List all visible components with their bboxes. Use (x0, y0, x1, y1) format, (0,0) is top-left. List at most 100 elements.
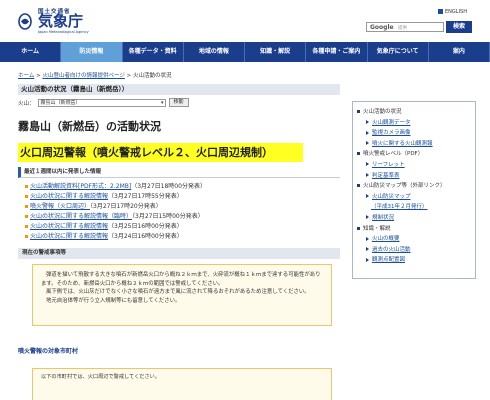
jma-logo[interactable]: 国土交通省 気象庁 Japan Meteorological Agency (18, 7, 108, 35)
nav-applications[interactable]: 各種申請・ご案内 (306, 42, 368, 62)
triangle-bullet-icon (366, 120, 369, 125)
sidebar-heading-knowledge: 知識・解説 (357, 224, 472, 235)
english-link[interactable]: ENGLISH (438, 9, 467, 15)
global-nav: ホーム 防災情報 各種データ・資料 地域の情報 知識・解説 各種申請・ご案内 気… (0, 42, 490, 62)
english-label: ENGLISH (445, 9, 467, 15)
nav-about[interactable]: 気象庁について (368, 42, 429, 62)
sidebar-label: 火山防災マップ等（外部リンク） (363, 183, 446, 190)
sidebar-link[interactable]: リーフレット (372, 162, 405, 168)
volcano-select[interactable]: 霧島山（新燃岳） ▾ (37, 98, 166, 107)
municipalities-heading: 噴火警報の対象市町村 (18, 348, 79, 355)
nav-regional[interactable]: 地域の情報 (184, 42, 245, 62)
sidebar-link[interactable]: 火山防災マップ (372, 194, 411, 200)
info-link[interactable]: 火山の状況に関する解説情報（臨時） (30, 213, 132, 220)
info-link[interactable]: 火山の状況に関する解説情報 (30, 223, 108, 230)
triangle-bullet-icon (366, 257, 369, 262)
sidebar-link[interactable]: 観測点配置図 (372, 257, 405, 263)
info-date: （3月24日16時00分発表） (108, 233, 183, 240)
sidebar-link[interactable]: （平成31年２月発行） (371, 204, 428, 210)
sidebar-link[interactable]: 噴火に関する火山観測報 (372, 141, 433, 147)
search-button[interactable]: 検索 (446, 21, 472, 33)
nav-guide[interactable]: 案内 (429, 42, 490, 62)
nav-data[interactable]: 各種データ・資料 (123, 42, 184, 62)
triangle-bullet-icon (366, 236, 369, 241)
sidebar-item-restrictions[interactable]: 規制状況 (357, 213, 472, 224)
sidebar-item-criteria[interactable]: 判定基準表 (357, 171, 472, 182)
warning-text: 風下側では、火山灰だけでなく小さな噴石が遠方まで風に流されて降るおそれがあるため… (46, 289, 310, 295)
globe-icon (438, 9, 443, 14)
list-item: 火山の状況に関する解説情報（3月24日16時00分発表） (25, 232, 340, 242)
triangle-bullet-icon (366, 215, 369, 220)
square-bullet-icon (357, 226, 360, 230)
sidebar-item-eruption-report[interactable]: 噴火に関する火山観測報 (357, 139, 472, 150)
alert-banner: 火口周辺警報（噴火警戒レベル２、火口周辺規制） (18, 143, 303, 162)
google-brand: Google (370, 24, 394, 31)
breadcrumb-home[interactable]: ホーム (18, 73, 34, 79)
info-date: （3月27日17時20分発表） (90, 203, 162, 210)
triangle-bullet-icon (366, 162, 369, 167)
breadcrumb-current: 火山活動の状況 (132, 73, 172, 79)
section-title: 火山活動の状況（霧島山（新燃岳）） (18, 84, 340, 95)
sidebar-label: 知識・解説 (363, 225, 391, 232)
list-item: 火山の状況に関する解説情報（3月25日16時00分発表） (25, 222, 340, 232)
municipalities-text: 以下の市町村では、火口周辺で警戒してください。 (41, 374, 161, 380)
chevron-down-icon: ▾ (161, 99, 164, 106)
recent-info-heading: 最近１週間以内に発表した情報 (18, 167, 340, 178)
breadcrumb: ホーム > 火山登山者向けの情報提供ページ > 火山活動の状況 (18, 71, 171, 79)
jma-emblem-icon (18, 13, 32, 30)
sidebar-link[interactable]: 監視カメラ画像 (372, 130, 411, 136)
warning-heading: 現在の警戒事項等 (18, 248, 340, 259)
municipalities-box: 以下の市町村では、火口周辺で警戒してください。 (32, 368, 332, 400)
square-bullet-icon (357, 110, 360, 113)
agency-name: 気象庁 (38, 12, 84, 30)
sidebar-item-hazard-map[interactable]: 火山防災マップ (357, 192, 472, 203)
sidebar: 火山活動の状況 火山観測データ 監視カメラ画像 噴火に関する火山観測報 噴火警戒… (352, 101, 476, 279)
nav-knowledge[interactable]: 知識・解説 (245, 42, 307, 62)
sidebar-item-overview[interactable]: 火山の概要 (357, 234, 472, 245)
agency-name-en: Japan Meteorological Agency (38, 30, 89, 34)
sidebar-item-past-activity[interactable]: 過去の火山活動 (357, 245, 472, 256)
sidebar-item-leaflet[interactable]: リーフレット (357, 160, 472, 171)
info-link[interactable]: 火山の状況に関する解説情報 (30, 193, 108, 200)
warning-box: 弾道を描いて飛散する大きな噴石が新燃岳火口から概ね２ｋｍまで、火砕流が概ね１ｋｍ… (32, 264, 332, 326)
bullet-icon (25, 205, 28, 208)
triangle-bullet-icon (366, 247, 369, 252)
sidebar-link[interactable]: 過去の火山活動 (372, 247, 411, 253)
sidebar-link[interactable]: 火山観測データ (372, 120, 411, 126)
info-link[interactable]: 火山の状況に関する解説情報 (30, 233, 108, 240)
triangle-bullet-icon (366, 130, 369, 135)
sidebar-heading-activity: 火山活動の状況 (357, 107, 472, 118)
sidebar-item-hazard-map-date[interactable]: （平成31年２月発行） (357, 202, 472, 213)
nav-disaster-info[interactable]: 防災情報 (61, 42, 123, 62)
bullet-icon (25, 225, 28, 228)
warning-text: 弾道を描いて飛散する大きな噴石が新燃岳火口から概ね２ｋｍまで、火砕流が概ね１ｋｍ… (41, 272, 321, 287)
sidebar-heading-hazard-map: 火山防災マップ等（外部リンク） (357, 181, 472, 192)
sidebar-item-camera[interactable]: 監視カメラ画像 (357, 128, 472, 139)
site-search-input[interactable]: Google 提供 (366, 22, 444, 32)
sidebar-link[interactable]: 判定基準表 (372, 173, 400, 179)
nav-home[interactable]: ホーム (0, 42, 62, 62)
sidebar-link[interactable]: 火山の概要 (372, 236, 400, 242)
sidebar-item-station-map[interactable]: 観測点配置図 (357, 255, 472, 266)
page-title: 霧島山（新燃岳）の活動状況 (18, 120, 161, 133)
list-item: 火山の状況に関する解説情報（臨時）（3月27日15時00分発表） (25, 212, 340, 222)
list-item: 火山の状況に関する解説情報（3月27日17時55分発表） (25, 192, 340, 202)
triangle-bullet-icon (366, 141, 369, 146)
move-button[interactable]: 移動 (168, 98, 189, 107)
info-link[interactable]: 噴火警報（火口周辺） (30, 203, 90, 210)
breadcrumb-sep: > (124, 73, 133, 79)
breadcrumb-parent[interactable]: 火山登山者向けの情報提供ページ (42, 73, 124, 79)
sidebar-link[interactable]: 規制状況 (372, 215, 394, 221)
list-item: 火山活動解説資料[PDF形式：2.2MB]（3月27日18時00分発表） (25, 182, 340, 192)
triangle-bullet-icon (366, 173, 369, 178)
bullet-icon (25, 235, 28, 238)
info-link[interactable]: 火山活動解説資料[PDF形式：2.2MB] (30, 183, 131, 190)
bullet-icon (25, 185, 28, 188)
sidebar-label: 噴火警戒レベル（PDF） (363, 151, 424, 158)
select-value: 霧島山（新燃岳） (40, 99, 81, 106)
search-placeholder: 提供 (398, 26, 407, 31)
sidebar-item-observation-data[interactable]: 火山観測データ (357, 118, 472, 129)
square-bullet-icon (357, 184, 360, 188)
site-header: 国土交通省 気象庁 Japan Meteorological Agency EN… (0, 0, 490, 40)
bullet-icon (25, 195, 28, 198)
